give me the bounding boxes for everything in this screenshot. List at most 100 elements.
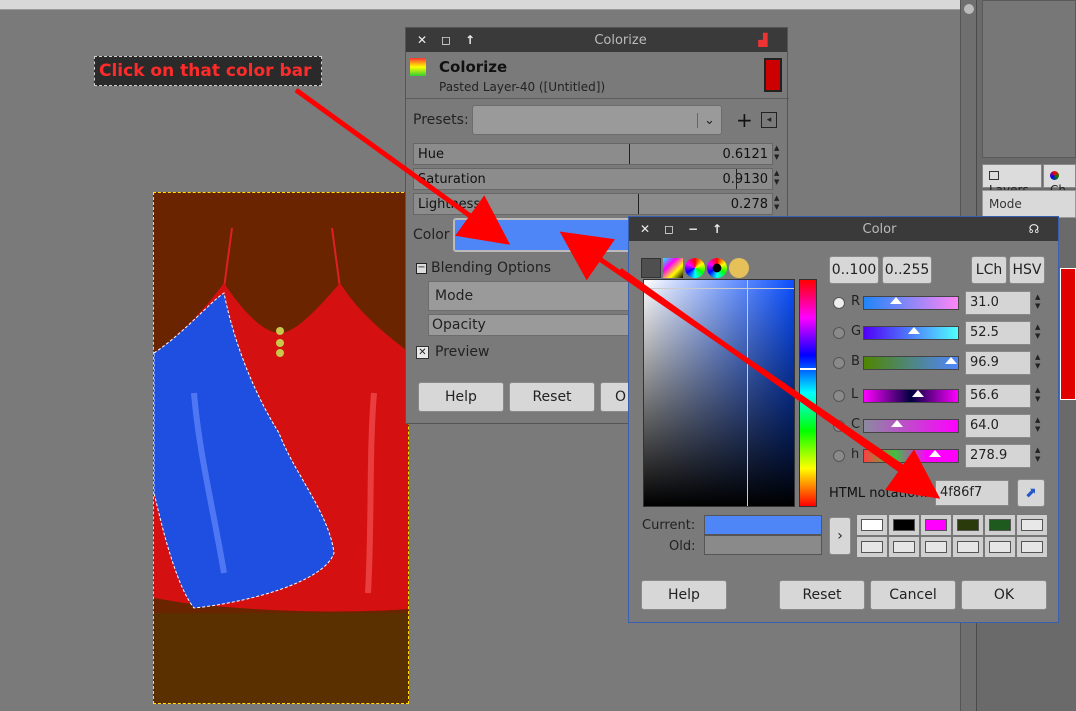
maximize-icon[interactable]: ◻ (661, 221, 677, 237)
watercolor-selector-icon[interactable] (685, 258, 705, 278)
channel-spinner[interactable]: ▲ ▼ (1035, 293, 1047, 311)
channel-slider[interactable] (863, 326, 959, 340)
channel-spinner[interactable]: ▲ ▼ (1035, 446, 1047, 464)
close-icon[interactable]: ✕ (637, 221, 653, 237)
hue-spinner[interactable]: ▲ ▼ (774, 144, 786, 162)
channel-spinner[interactable]: ▲ ▼ (1035, 416, 1047, 434)
eyedropper-button[interactable]: ⬈ (1017, 479, 1045, 507)
hue-label: Hue (418, 146, 445, 162)
chevron-right-icon: › (837, 528, 843, 544)
close-icon[interactable]: ✕ (414, 32, 430, 48)
color-button[interactable] (453, 218, 643, 252)
picker-crosshair-h (644, 288, 794, 289)
history-swatch-empty[interactable] (1016, 536, 1048, 558)
channel-radio[interactable] (833, 420, 845, 432)
wheel-selector-icon[interactable] (707, 258, 727, 278)
color-label: Color (413, 227, 450, 243)
ok-button[interactable]: OK (961, 580, 1047, 610)
channel-spinner[interactable]: ▲ ▼ (1035, 323, 1047, 341)
blending-options-label[interactable]: Blending Options (431, 260, 551, 276)
history-swatch[interactable] (952, 514, 984, 536)
channel-radio[interactable] (833, 357, 845, 369)
help-button[interactable]: Help (641, 580, 727, 610)
history-swatch-empty[interactable] (856, 536, 888, 558)
lch-button[interactable]: LCh (971, 256, 1007, 284)
channel-slider[interactable] (863, 356, 959, 370)
gimp-selector-icon[interactable] (641, 258, 661, 278)
channel-slider[interactable] (863, 389, 959, 403)
channel-slider[interactable] (863, 449, 959, 463)
collapse-icon[interactable]: − (416, 263, 427, 274)
mode-label: Mode (435, 288, 474, 304)
reset-button[interactable]: Reset (779, 580, 865, 610)
history-swatch-color (989, 519, 1011, 531)
hue-slider[interactable]: Hue 0.6121 (413, 143, 773, 165)
channel-radio[interactable] (833, 450, 845, 462)
saturation-marker (736, 169, 737, 189)
help-button[interactable]: Help (418, 382, 504, 412)
add-preset-icon[interactable]: + (736, 108, 753, 132)
history-swatch-empty[interactable] (920, 536, 952, 558)
maximize-icon[interactable]: ◻ (438, 32, 454, 48)
hue-strip[interactable] (799, 279, 817, 507)
opacity-slider[interactable]: Opacity (428, 314, 648, 336)
channel-slider[interactable] (863, 419, 959, 433)
saturation-slider[interactable]: Saturation 0.9130 (413, 168, 773, 190)
channel-spinner[interactable]: ▲ ▼ (1035, 386, 1047, 404)
image-canvas[interactable] (153, 192, 409, 704)
channel-value[interactable]: 52.5 (965, 321, 1031, 345)
history-swatch[interactable] (888, 514, 920, 536)
picker-crosshair-v (747, 280, 748, 506)
tab-layers[interactable]: Layers (982, 164, 1042, 197)
presets-combo[interactable]: ⌄ (472, 105, 722, 135)
channel-radio[interactable] (833, 390, 845, 402)
html-notation-input[interactable]: 4f86f7 (935, 480, 1009, 506)
cancel-button[interactable]: Cancel (870, 580, 956, 610)
channel-spinner[interactable]: ▲ ▼ (1035, 353, 1047, 371)
channel-value[interactable]: 31.0 (965, 291, 1031, 315)
history-swatch[interactable] (920, 514, 952, 536)
palette-selector-icon[interactable] (729, 258, 749, 278)
range-0-255-button[interactable]: 0..255 (882, 256, 932, 284)
lightness-spinner[interactable]: ▲ ▼ (774, 194, 786, 212)
lightness-slider[interactable]: Lightness 0.278 (413, 193, 773, 215)
mode-label: Mode (989, 197, 1022, 211)
minimize-icon[interactable]: − (685, 221, 701, 237)
preset-menu-icon[interactable]: ◂ (761, 112, 777, 128)
history-swatch[interactable] (984, 514, 1016, 536)
header-subtitle: Pasted Layer-40 ([Untitled]) (439, 80, 606, 94)
history-swatch-empty[interactable] (888, 536, 920, 558)
history-expand-button[interactable]: › (829, 517, 851, 555)
channel-radio[interactable] (833, 327, 845, 339)
chevron-down-icon[interactable]: ⌄ (697, 112, 721, 128)
channel-radio[interactable] (833, 297, 845, 309)
channel-slider-marker (912, 390, 924, 397)
channel-label: R (851, 294, 861, 309)
channel-value[interactable]: 64.0 (965, 414, 1031, 438)
lightness-marker (638, 194, 639, 214)
scrollbar-thumb[interactable] (964, 4, 974, 14)
cmyk-selector-icon[interactable] (663, 258, 683, 278)
keep-above-icon[interactable]: ↑ (462, 32, 478, 48)
keep-above-icon[interactable]: ↑ (709, 221, 725, 237)
channel-slider[interactable] (863, 296, 959, 310)
app-icon: ▟ (758, 33, 768, 47)
mode-combo[interactable]: Mode (428, 281, 648, 311)
saturation-value-picker[interactable] (643, 279, 795, 507)
layer-thumbnail[interactable] (1060, 268, 1076, 400)
reset-button[interactable]: Reset (509, 382, 595, 412)
channel-value[interactable]: 278.9 (965, 444, 1031, 468)
preview-checkbox[interactable]: ✕ (416, 346, 429, 359)
channel-row-c: C 64.0 ▲ ▼ (829, 413, 1051, 439)
history-swatch[interactable] (1016, 514, 1048, 536)
channel-value[interactable]: 96.9 (965, 351, 1031, 375)
range-0-100-button[interactable]: 0..100 (829, 256, 879, 284)
tab-channels[interactable]: Ch (1043, 164, 1076, 197)
history-swatch[interactable] (856, 514, 888, 536)
hsv-button[interactable]: HSV (1009, 256, 1045, 284)
layer-mode-select[interactable]: Mode (982, 190, 1076, 218)
history-swatch-empty[interactable] (952, 536, 984, 558)
saturation-spinner[interactable]: ▲ ▼ (774, 169, 786, 187)
channel-value[interactable]: 56.6 (965, 384, 1031, 408)
history-swatch-empty[interactable] (984, 536, 1016, 558)
